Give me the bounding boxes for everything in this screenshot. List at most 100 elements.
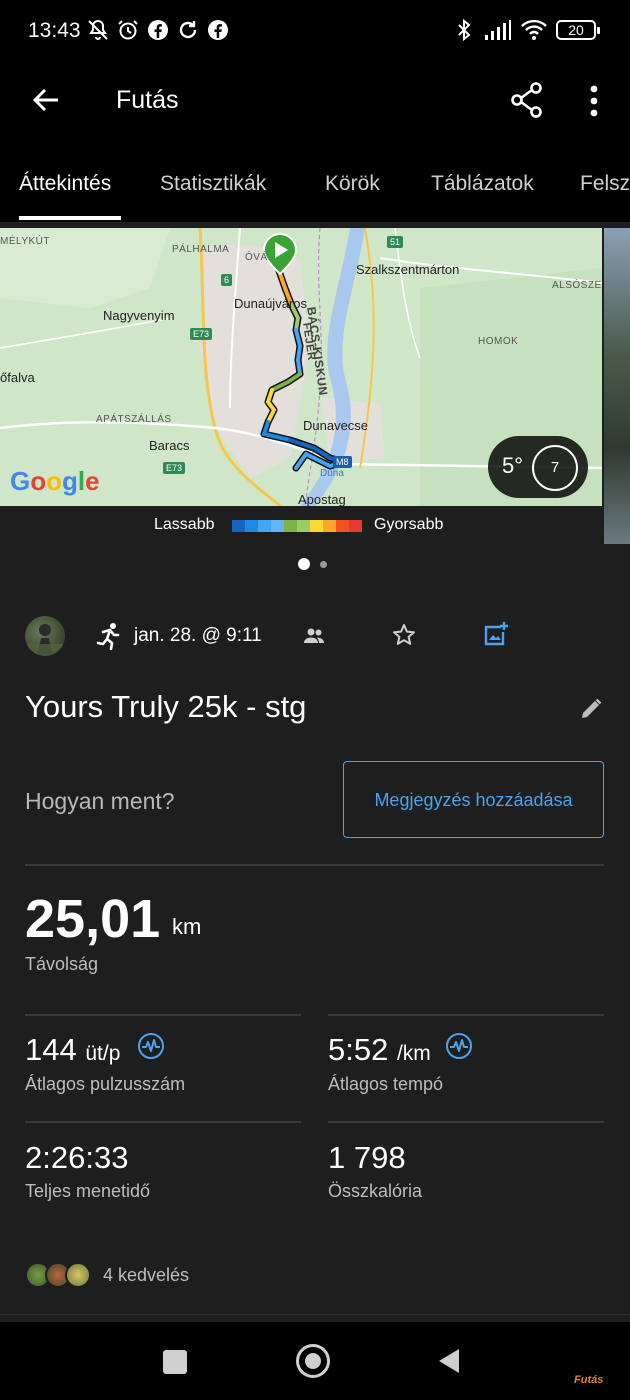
divider xyxy=(25,1121,301,1123)
battery-icon: 20 xyxy=(556,20,600,40)
total-time-label: Teljes menetidő xyxy=(25,1181,151,1201)
divider xyxy=(0,1314,630,1315)
legend-color-step xyxy=(310,520,323,532)
tab-statistics[interactable]: Statisztikák xyxy=(160,172,266,196)
map-section: MÉLYKÚT PÁLHALMA ÓVÁ Szalkszentmárton AL… xyxy=(0,222,630,600)
road-shield-e73: E73 xyxy=(163,462,186,474)
pace-label: Átlagos tempó xyxy=(328,1074,444,1094)
signal-icon xyxy=(485,20,511,40)
activity-date: jan. 28. @ 9:11 xyxy=(134,625,262,646)
pace-zone-icon[interactable] xyxy=(445,1032,473,1060)
add-note-button[interactable]: Megjegyzés hozzáadása xyxy=(343,761,604,838)
legend-color-step xyxy=(323,520,336,532)
distance-value: 25,01 xyxy=(25,889,161,949)
total-time-value: 2:26:33 xyxy=(25,1140,129,1175)
tab-more[interactable]: Felsz xyxy=(580,172,630,196)
wifi-icon xyxy=(521,19,547,40)
road-shield-e73: E73 xyxy=(190,328,213,340)
heart-rate-unit: üt/p xyxy=(85,1042,121,1065)
share-icon[interactable] xyxy=(508,80,546,120)
avatar xyxy=(65,1262,91,1288)
route-map[interactable]: MÉLYKÚT PÁLHALMA ÓVÁ Szalkszentmárton AL… xyxy=(0,228,602,506)
system-nav-bar xyxy=(0,1322,630,1400)
map-label-homok: HOMOK xyxy=(478,336,519,347)
back-arrow-icon[interactable] xyxy=(28,82,64,118)
facebook-icon xyxy=(208,20,228,40)
divider xyxy=(328,1121,604,1123)
carousel-dots xyxy=(298,558,327,570)
page-title: Futás xyxy=(116,86,179,114)
people-icon[interactable] xyxy=(302,624,326,648)
legend-slower: Lassabb xyxy=(154,516,215,533)
carousel-dot-active[interactable] xyxy=(298,558,310,570)
avatar[interactable] xyxy=(25,616,65,656)
map-label-dunaujvaros: Dunaújváros xyxy=(234,296,307,311)
home-circle-icon[interactable] xyxy=(296,1344,330,1378)
add-photo-icon[interactable] xyxy=(481,620,509,648)
activity-title: Yours Truly 25k - stg xyxy=(25,689,307,724)
activity-meta-row: jan. 28. @ 9:11 xyxy=(0,608,630,664)
bluetooth-icon xyxy=(458,18,471,42)
map-label-szalkszentmarton: Szalkszentmárton xyxy=(356,262,460,277)
more-vertical-icon[interactable] xyxy=(578,82,610,120)
tab-tables[interactable]: Táblázatok xyxy=(431,172,534,196)
heart-rate-value: 144 xyxy=(25,1032,77,1067)
likes-avatars[interactable] xyxy=(25,1262,91,1288)
heart-rate-zone-icon[interactable] xyxy=(137,1032,165,1060)
map-label-dunavecse: Dunavecse xyxy=(303,418,369,433)
road-shield-6: 6 xyxy=(221,274,233,286)
wind-direction-icon: 7 xyxy=(532,445,578,491)
divider xyxy=(25,1014,301,1016)
distance-unit: km xyxy=(172,914,202,939)
legend-color-step xyxy=(284,520,297,532)
back-triangle-icon[interactable] xyxy=(438,1348,460,1374)
map-label-apatszallas: APÁTSZÁLLÁS xyxy=(96,414,172,425)
heart-rate-label: Átlagos pulzusszám xyxy=(25,1074,186,1094)
tab-active-indicator xyxy=(19,216,121,220)
facebook-icon xyxy=(148,20,168,40)
status-bar: 13:43 20 xyxy=(0,0,630,62)
calories-label: Összkalória xyxy=(328,1181,423,1201)
legend-color-step xyxy=(349,520,362,532)
square-icon[interactable] xyxy=(163,1350,187,1374)
status-right-icons: 20 xyxy=(452,18,600,42)
sync-icon xyxy=(179,21,197,39)
map-label-ovaros: ÓVÁ xyxy=(245,252,268,263)
weather-badge: 5° 7 xyxy=(488,436,588,498)
feeling-prompt[interactable]: Hogyan ment? xyxy=(25,788,175,815)
running-icon xyxy=(96,623,120,650)
activity-photo-thumbnail[interactable] xyxy=(604,228,630,544)
map-label-nagyvenyim: Nagyvenyim xyxy=(103,308,175,323)
pace-value: 5:52 xyxy=(328,1032,389,1067)
divider xyxy=(328,1014,604,1016)
legend-color-step xyxy=(271,520,284,532)
map-label-duna: Duna xyxy=(320,468,344,479)
calories-value: 1 798 xyxy=(328,1140,406,1175)
likes-count[interactable]: 4 kedvelés xyxy=(103,1265,189,1286)
legend-color-step xyxy=(258,520,271,532)
status-time: 13:43 xyxy=(28,19,81,42)
pace-stat: 5:52 /km xyxy=(328,1032,431,1068)
divider xyxy=(25,864,604,866)
carousel-dot[interactable] xyxy=(320,560,327,568)
star-outline-icon[interactable] xyxy=(391,622,417,648)
status-left-icons xyxy=(86,18,230,42)
map-label-melykut: MÉLYKÚT xyxy=(0,236,50,247)
tab-laps[interactable]: Körök xyxy=(325,172,380,196)
road-shield-51: 51 xyxy=(387,236,404,248)
tab-overview[interactable]: Áttekintés xyxy=(19,172,111,196)
pace-unit: /km xyxy=(396,1042,431,1065)
google-logo: Google xyxy=(10,466,100,496)
legend-color-step xyxy=(245,520,258,532)
bell-off-icon xyxy=(88,19,108,40)
tab-bar: Áttekintés Statisztikák Körök Táblázatok… xyxy=(0,140,630,222)
weather-temperature: 5° xyxy=(502,453,524,478)
app-bar: Futás xyxy=(0,62,630,140)
legend-color-step xyxy=(336,520,349,532)
road-shield-m8: M8 xyxy=(333,456,352,468)
map-label-palhalma: PÁLHALMA xyxy=(172,244,230,255)
map-label-alsoszel: ALSÓSZE xyxy=(552,280,602,291)
alarm-icon xyxy=(118,20,138,40)
pencil-icon[interactable] xyxy=(578,696,604,722)
distance-label: Távolság xyxy=(25,954,99,974)
